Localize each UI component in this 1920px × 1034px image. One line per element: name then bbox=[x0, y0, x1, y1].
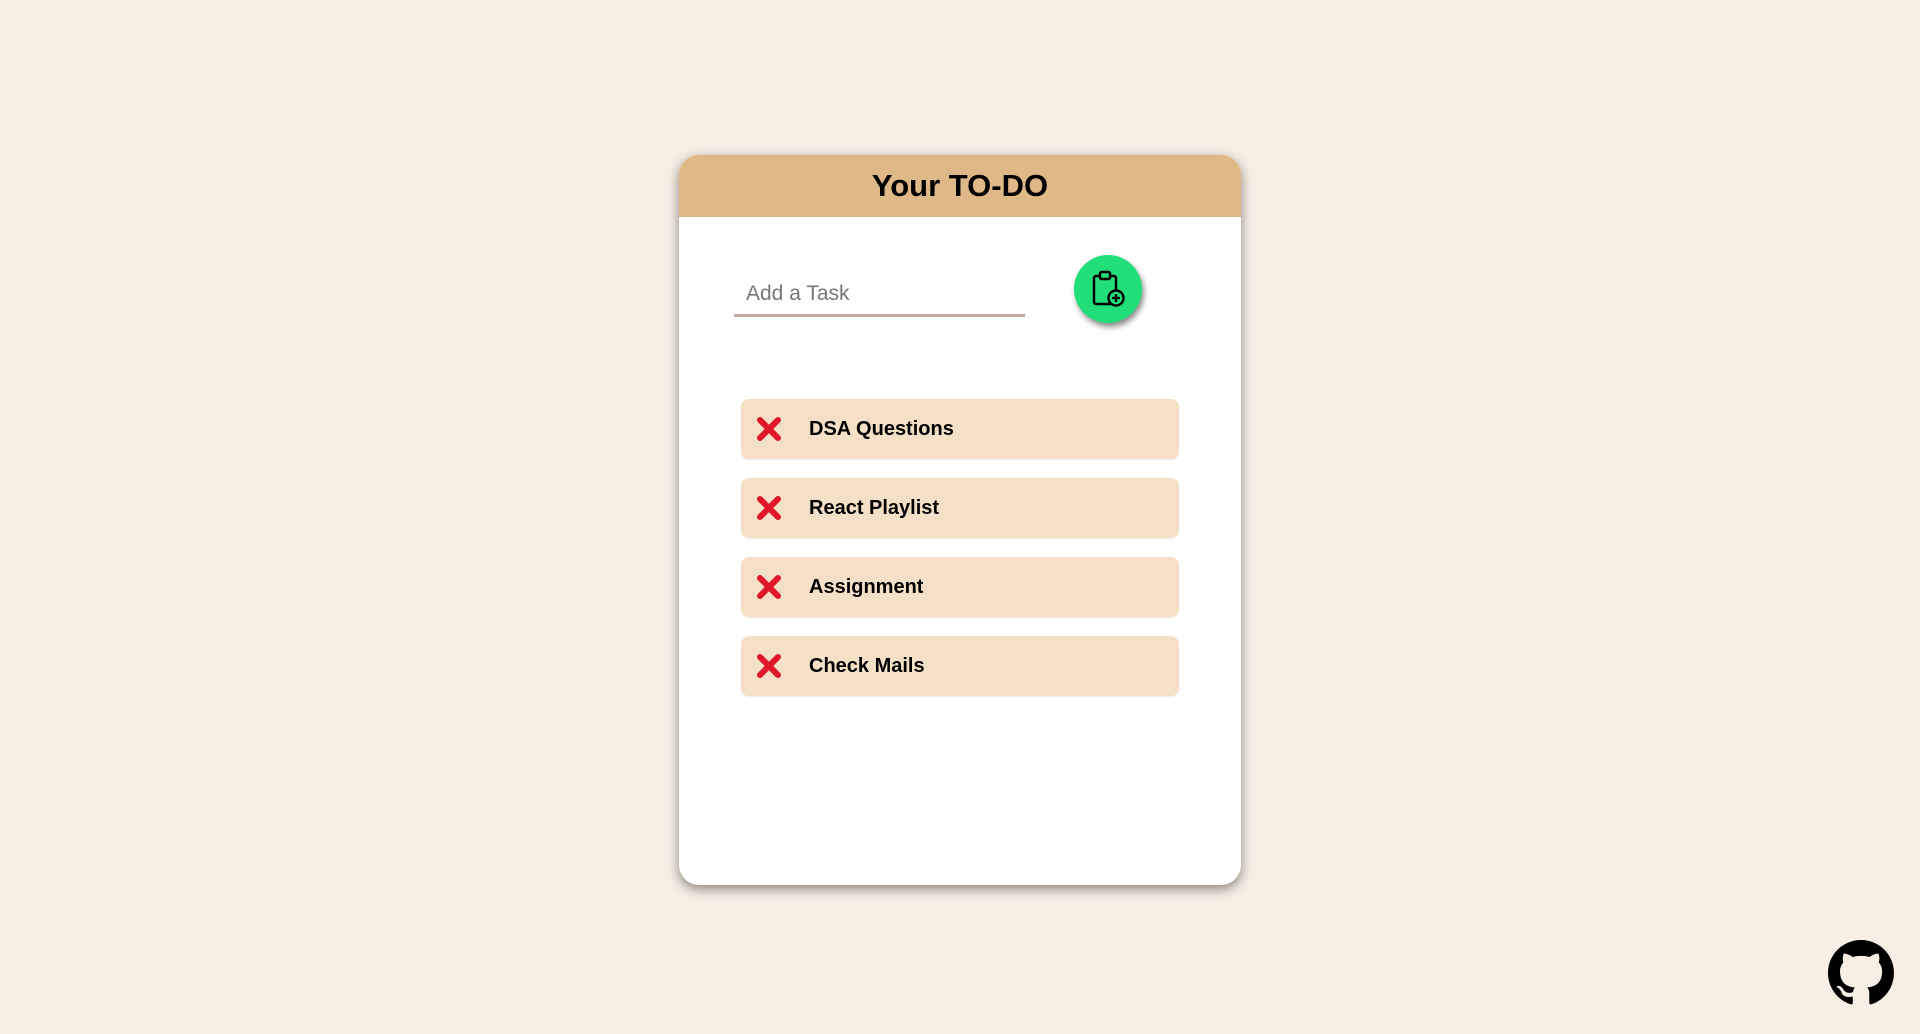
task-label: Check Mails bbox=[809, 654, 925, 677]
list-item: Check Mails bbox=[741, 636, 1179, 696]
list-item: Assignment bbox=[741, 557, 1179, 617]
github-icon bbox=[1828, 940, 1894, 1005]
task-label: Assignment bbox=[809, 575, 924, 598]
delete-icon[interactable] bbox=[741, 652, 797, 680]
task-list: DSA Questions React Playlist Assignment bbox=[741, 399, 1179, 715]
delete-icon[interactable] bbox=[741, 415, 797, 443]
github-link[interactable] bbox=[1828, 940, 1894, 1006]
card-header: Your TO-DO bbox=[679, 155, 1241, 217]
task-input[interactable] bbox=[734, 263, 1025, 317]
list-item: React Playlist bbox=[741, 478, 1179, 538]
delete-icon[interactable] bbox=[741, 573, 797, 601]
task-label: React Playlist bbox=[809, 496, 940, 519]
clipboard-plus-icon bbox=[1092, 270, 1125, 307]
list-item: DSA Questions bbox=[741, 399, 1179, 459]
delete-icon[interactable] bbox=[741, 494, 797, 522]
page-title: Your TO-DO bbox=[871, 168, 1049, 203]
add-task-button[interactable] bbox=[1074, 255, 1142, 323]
task-label: DSA Questions bbox=[809, 417, 954, 440]
todo-card: Your TO-DO DSA Questions bbox=[679, 155, 1241, 885]
task-input-row bbox=[734, 255, 1154, 335]
